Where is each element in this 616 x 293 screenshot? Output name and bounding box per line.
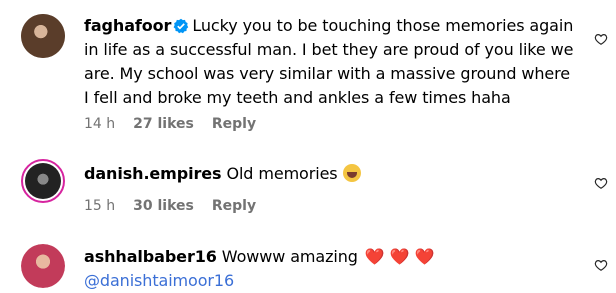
- comment-text: Old memories: [226, 164, 338, 183]
- red-hearts: ❤️ ❤️ ❤️: [364, 247, 435, 266]
- reply-button[interactable]: Reply: [212, 116, 256, 132]
- comment-text-block: faghafoor Lucky you to be touching those …: [84, 14, 574, 110]
- like-heart-icon[interactable]: [594, 32, 608, 46]
- comment-time: 14 h: [84, 116, 116, 132]
- crying-face-icon: [342, 164, 361, 182]
- comment-text: Wowww amazing: [221, 247, 358, 266]
- likes-count[interactable]: 30 likes: [133, 198, 194, 214]
- like-heart-icon[interactable]: [594, 258, 608, 272]
- verified-badge-icon: [173, 18, 189, 34]
- reply-button[interactable]: Reply: [212, 198, 256, 214]
- user-mention-link[interactable]: @danishtaimoor16: [84, 271, 234, 290]
- comment-time: 15 h: [84, 198, 116, 214]
- comment-text-block: ashhalbaber16 Wowww amazing ❤️ ❤️ ❤️ @da…: [84, 245, 574, 293]
- avatar[interactable]: [21, 14, 65, 58]
- like-heart-icon[interactable]: [594, 176, 608, 190]
- likes-count[interactable]: 27 likes: [133, 116, 194, 132]
- avatar[interactable]: [21, 159, 65, 203]
- comment-item: danish.empires Old memories 15 h 30 likes…: [0, 150, 616, 230]
- comment-username[interactable]: danish.empires: [84, 164, 222, 183]
- comment-meta: 15 h 30 likes Reply: [84, 198, 274, 214]
- comment-meta: 14 h 27 likes Reply: [84, 116, 274, 132]
- avatar[interactable]: [21, 244, 65, 288]
- comment-item: faghafoor Lucky you to be touching those …: [0, 0, 616, 150]
- comment-username[interactable]: ashhalbaber16: [84, 247, 217, 266]
- comment-username[interactable]: faghafoor: [84, 16, 171, 35]
- comment-item: ashhalbaber16 Wowww amazing ❤️ ❤️ ❤️ @da…: [0, 230, 616, 290]
- comment-text-block: danish.empires Old memories: [84, 162, 574, 186]
